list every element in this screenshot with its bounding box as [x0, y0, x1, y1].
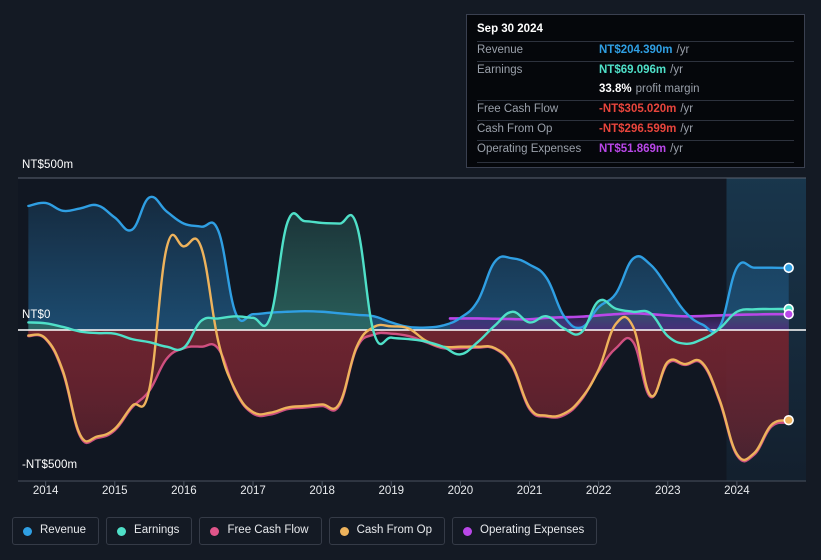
x-axis-tick-label: 2014 [32, 485, 59, 497]
tooltip-row-unit: /yr [670, 64, 683, 76]
legend-item-revenue[interactable]: Revenue [12, 517, 100, 545]
legend-item-label: Operating Expenses [480, 524, 585, 537]
legend-color-dot-icon [23, 526, 32, 536]
x-axis-tick-label: 2019 [378, 485, 405, 497]
tooltip-row: Cash From Op -NT$296.599m/yr [477, 120, 794, 140]
tooltip-rows: Revenue NT$204.390m/yr Earnings NT$69.096m /… [477, 41, 794, 163]
x-axis-tick-label: 2020 [447, 485, 474, 497]
x-axis-tick-label: 2016 [171, 485, 197, 497]
endpoint-marker [785, 310, 793, 318]
legend-item-operating-expenses[interactable]: Operating Expenses [452, 517, 598, 545]
y-axis-label-bottom: -NT$500m [22, 459, 78, 471]
tooltip-row-label: Operating Expenses [477, 143, 582, 155]
tooltip-bottom-divider [477, 162, 794, 163]
tooltip-row-unit: /yr [670, 143, 683, 155]
legend-color-dot-icon [339, 526, 349, 536]
tooltip-row-unit: /yr [676, 44, 690, 56]
tooltip-date: Sep 30 2024 [477, 23, 543, 35]
chart-page: NT$500m NT$0 -NT$500m 2014 2015 2016 2017 20… [0, 0, 821, 560]
tooltip-row-value: -NT$296.599m/yr [599, 123, 694, 135]
y-axis-label-top: NT$500m [22, 159, 74, 171]
chart-legend[interactable]: Revenue Earnings Free Cash Flow Cash From O… [12, 517, 598, 545]
x-axis-tick-label: 2024 [724, 485, 750, 497]
tooltip-row-unit: profit margin [635, 83, 700, 95]
tooltip-row-label: Revenue [477, 44, 524, 56]
tooltip-row-value: -NT$305.020m/yr [599, 103, 694, 115]
tooltip-row: Earnings NT$69.096m/yr [477, 61, 794, 81]
x-axis-tick-label: 2017 [240, 485, 266, 497]
tooltip-row: Operating Expenses NT$51.869m/yr [477, 140, 794, 160]
tooltip-row-value: NT$51.869m/yr [599, 143, 683, 155]
x-axis-tick-label: 2022 [585, 485, 612, 497]
x-axis-tick-label: 2023 [654, 485, 681, 497]
y-axis-label-zero: NT$0 [22, 309, 51, 321]
tooltip-row-value: NT$204.390m/yr [599, 44, 690, 56]
legend-item-label: Cash From Op [356, 524, 433, 537]
tooltip-row-label: Earnings [477, 64, 523, 76]
legend-item-earnings[interactable]: Earnings [106, 517, 193, 545]
x-axis-tick-label: 2021 [516, 485, 543, 497]
endpoint-marker [785, 416, 793, 424]
endpoint-marker [785, 264, 793, 272]
legend-color-dot-icon [210, 526, 220, 536]
legend-item-label: Earnings [134, 524, 180, 537]
x-axis-tick-label: 2018 [309, 485, 335, 497]
x-axis-tick-label: 2015 [101, 485, 128, 497]
chart-tooltip: Sep 30 2024 Revenue NT$204.390m/yr Earning… [466, 14, 805, 168]
legend-color-dot-icon [463, 526, 473, 536]
tooltip-row: Revenue NT$204.390m/yr [477, 41, 794, 61]
legend-item-label: Revenue [40, 524, 87, 537]
legend-item-free-cash-flow[interactable]: Free Cash Flow [199, 517, 322, 545]
tooltip-row-unit: /yr [680, 123, 694, 135]
tooltip-row-label: Cash From Op [477, 123, 553, 135]
tooltip-row-label: Free Cash Flow [477, 103, 559, 115]
tooltip-row: Free Cash Flow -NT$305.020m/yr [477, 100, 794, 120]
tooltip-row: 33.8% profit margin [477, 81, 794, 100]
tooltip-row-value: 33.8% profit margin [599, 83, 700, 95]
tooltip-row-unit: /yr [680, 103, 694, 115]
legend-color-dot-icon [117, 526, 127, 536]
legend-item-cash-from-op[interactable]: Cash From Op [328, 517, 446, 545]
legend-item-label: Free Cash Flow [227, 524, 309, 537]
tooltip-row-value: NT$69.096m/yr [599, 64, 683, 76]
